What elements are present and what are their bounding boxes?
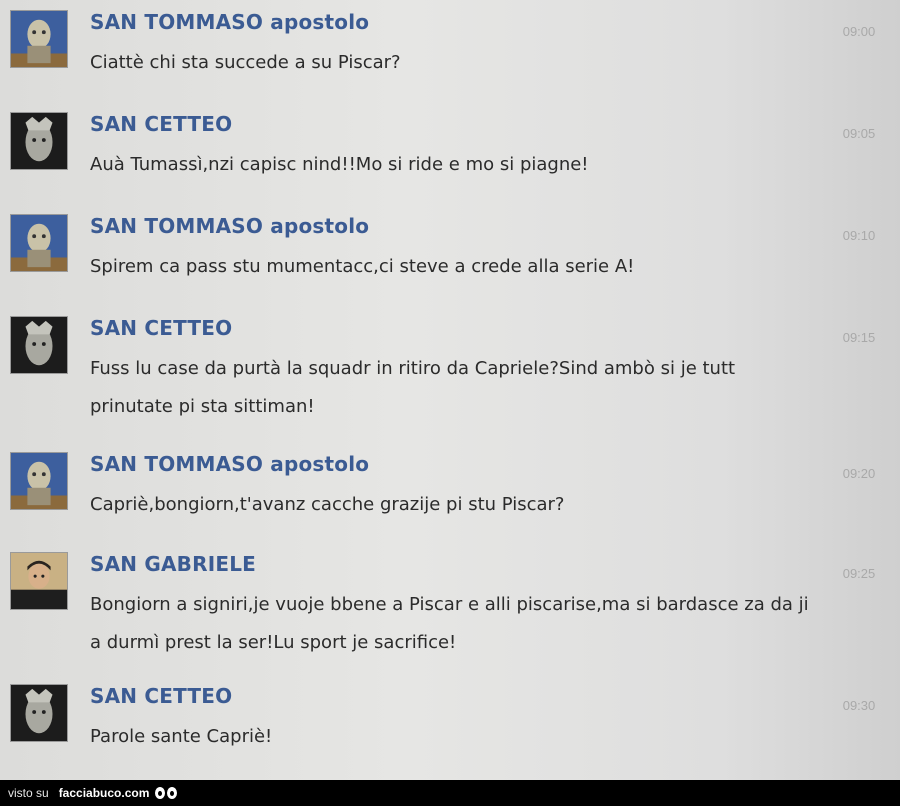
timestamp: 09:25: [842, 566, 876, 581]
watermark-bar: visto su facciabuco.com: [0, 780, 900, 806]
sender-name[interactable]: SAN GABRIELE: [90, 552, 256, 576]
eyes-icon: [155, 787, 178, 799]
tommaso-avatar[interactable]: [10, 214, 68, 272]
message-text: Parole sante Capriè!: [90, 726, 273, 747]
cetteo-avatar[interactable]: [10, 684, 68, 742]
sender-name[interactable]: SAN CETTEO: [90, 684, 232, 708]
timestamp: 09:15: [842, 330, 876, 345]
message-text: Spirem ca pass stu mumentacc,ci steve a …: [90, 256, 635, 277]
tommaso-avatar[interactable]: [10, 10, 68, 68]
gabriele-avatar[interactable]: [10, 552, 68, 610]
timestamp: 09:00: [842, 24, 876, 39]
cetteo-avatar[interactable]: [10, 316, 68, 374]
timestamp: 09:05: [842, 126, 876, 141]
visto-label: visto su: [8, 786, 49, 800]
sender-name[interactable]: SAN TOMMASO apostolo: [90, 452, 369, 476]
timestamp: 09:20: [842, 466, 876, 481]
message-text: Fuss lu case da purtà la squadr in ritir…: [90, 358, 736, 417]
cetteo-avatar[interactable]: [10, 112, 68, 170]
sender-name[interactable]: SAN CETTEO: [90, 316, 232, 340]
sender-name[interactable]: SAN CETTEO: [90, 112, 232, 136]
message-text: Capriè,bongiorn,t'avanz cacche grazije p…: [90, 494, 565, 515]
message-text: Auà Tumassì,nzi capisc nind!!Mo si ride …: [90, 154, 589, 175]
chat-log: SAN TOMMASO apostolo Ciattè chi sta succ…: [0, 0, 900, 780]
sender-name[interactable]: SAN TOMMASO apostolo: [90, 10, 369, 34]
message-text: Bongiorn a signiri,je vuoje bbene a Pisc…: [90, 594, 809, 653]
sender-name[interactable]: SAN TOMMASO apostolo: [90, 214, 369, 238]
tommaso-avatar[interactable]: [10, 452, 68, 510]
timestamp: 09:30: [842, 698, 876, 713]
timestamp: 09:10: [842, 228, 876, 243]
message-text: Ciattè chi sta succede a su Piscar?: [90, 52, 401, 73]
site-logo-text[interactable]: facciabuco.com: [59, 786, 150, 800]
